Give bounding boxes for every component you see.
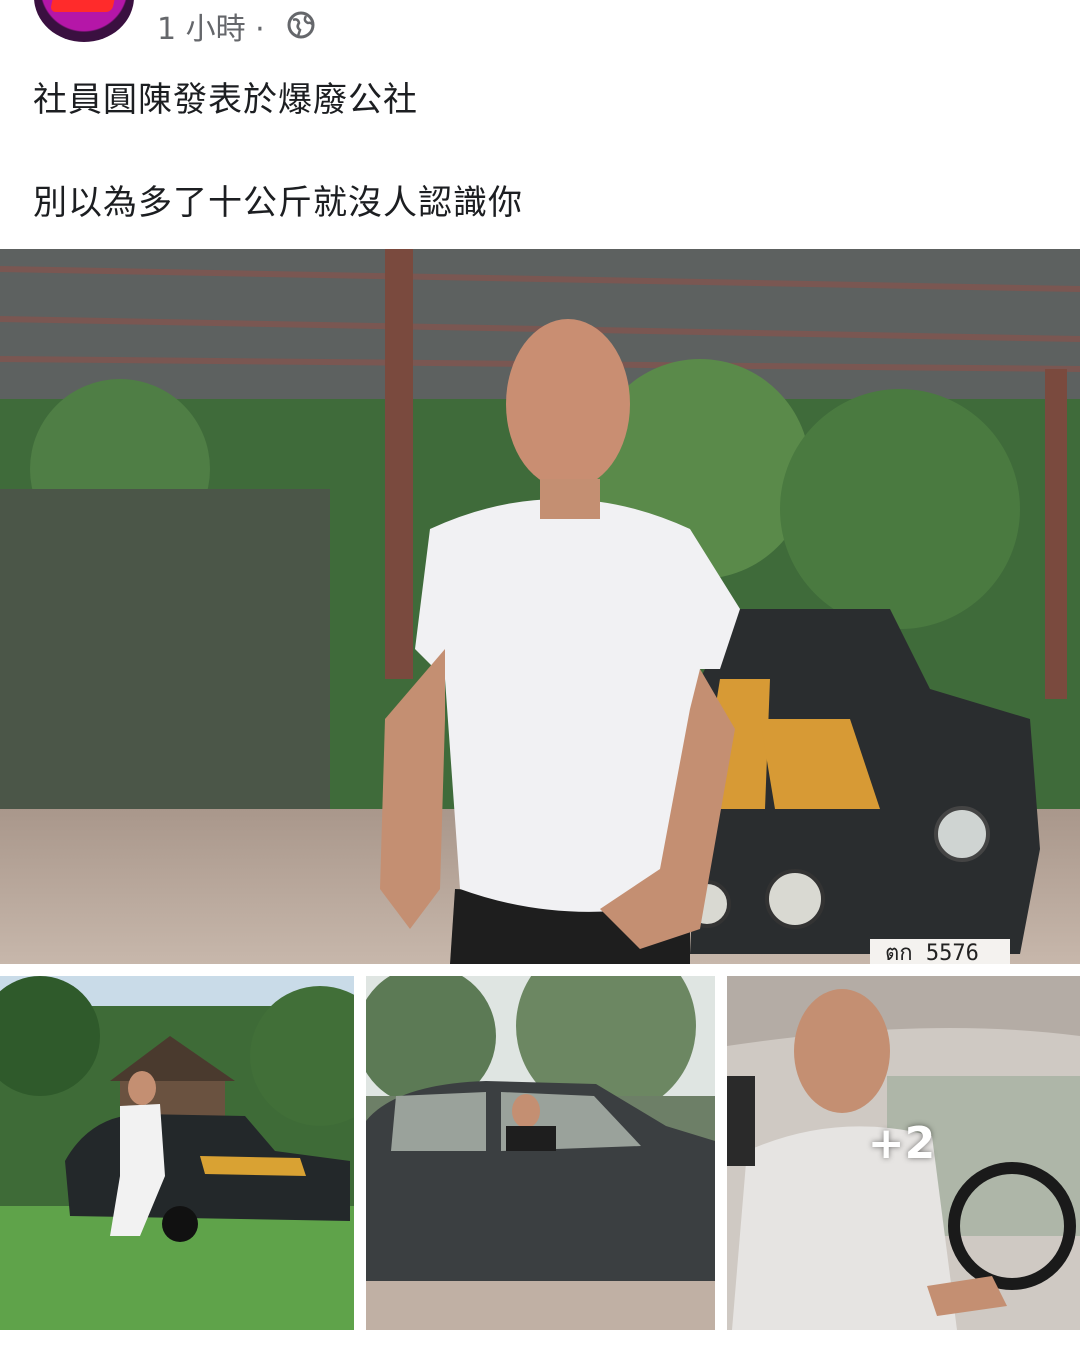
thumbnail-photo-1[interactable]: [0, 976, 354, 1330]
license-plate: ตก 5576: [885, 941, 979, 964]
thumbnail-photo-2[interactable]: [366, 976, 715, 1330]
post-timestamp[interactable]: 1 小時 ·: [157, 4, 265, 48]
post-body-text: 別以為多了十公斤就沒人認識你: [33, 183, 523, 223]
more-photos-overlay[interactable]: +2: [727, 976, 1080, 1330]
thumbnail-photo-3[interactable]: +2: [727, 976, 1080, 1330]
post-author-line: 社員圓陳發表於爆廢公社: [33, 80, 418, 120]
main-photo[interactable]: ตก 5576: [0, 249, 1080, 964]
post-header: 1 小時 ·: [0, 0, 1080, 60]
globe-icon[interactable]: [286, 10, 316, 40]
more-photos-count: +2: [867, 1117, 936, 1169]
group-avatar[interactable]: [34, 0, 134, 42]
